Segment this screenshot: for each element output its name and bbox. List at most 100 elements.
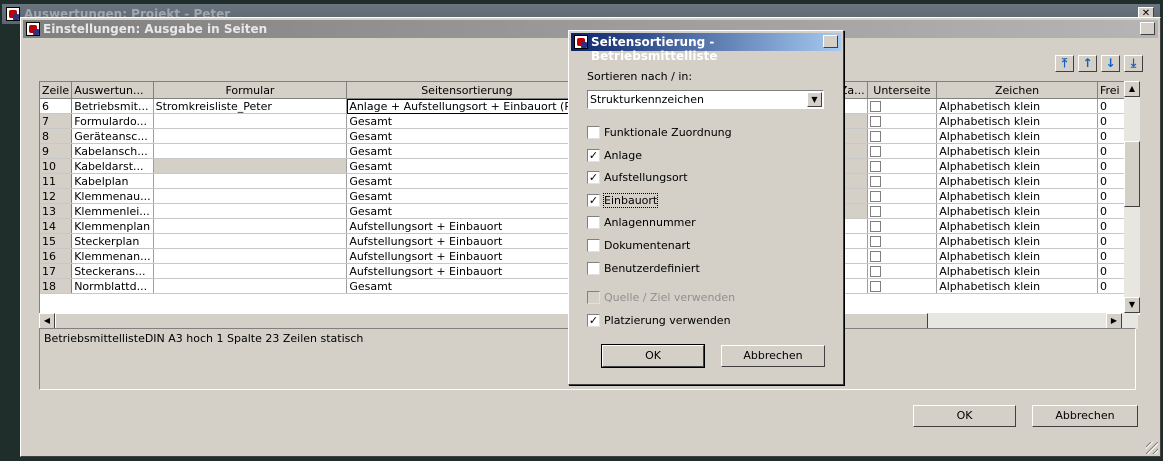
cell-seitensortierung[interactable]: Gesamt xyxy=(346,203,588,219)
cell-seitensortierung[interactable]: Gesamt xyxy=(346,173,588,189)
scroll-up-icon[interactable]: ▲ xyxy=(1124,81,1140,97)
cell-zeile[interactable]: 14 xyxy=(40,218,73,234)
ok-button[interactable]: OK xyxy=(913,405,1016,427)
unterseite-checkbox[interactable] xyxy=(869,221,881,232)
cell-auswertung[interactable]: Klemmenplan xyxy=(71,218,154,234)
cell-auswertung[interactable]: Kabelansch... xyxy=(71,143,154,159)
unterseite-checkbox[interactable] xyxy=(869,176,881,187)
cell-zeile[interactable]: 17 xyxy=(40,263,73,279)
cell-unterseite[interactable] xyxy=(867,248,938,264)
cell-formular[interactable] xyxy=(153,233,348,249)
scroll-left-icon[interactable]: ◀ xyxy=(39,313,55,329)
cell-formular[interactable]: Stromkreisliste_Peter xyxy=(153,98,348,114)
cell-zeile[interactable]: 11 xyxy=(40,173,73,189)
cell-seitensortierung[interactable]: Gesamt xyxy=(346,143,588,159)
column-header-auswertung[interactable]: Auswertun... xyxy=(71,82,154,99)
cell-unterseite[interactable] xyxy=(867,278,938,294)
cell-seitensortierung[interactable]: Gesamt xyxy=(346,128,588,144)
column-header-formular[interactable]: Formular xyxy=(153,82,348,99)
column-header-seitensortierung[interactable]: Seitensortierung xyxy=(346,82,588,99)
column-header-zeile[interactable]: Zeile xyxy=(40,82,73,99)
cell-seitensortierung[interactable]: Gesamt xyxy=(346,188,588,204)
ok-button[interactable]: OK xyxy=(601,344,705,368)
unterseite-checkbox[interactable] xyxy=(869,251,881,262)
cancel-button[interactable]: Abbrechen xyxy=(1032,405,1138,427)
unterseite-checkbox[interactable] xyxy=(869,116,881,127)
cell-auswertung[interactable]: Geräteansc... xyxy=(71,128,154,144)
cell-zeile[interactable]: 10 xyxy=(40,158,73,174)
cell-zeichen[interactable]: Alphabetisch klein xyxy=(936,113,1098,129)
cell-zeichen[interactable]: Alphabetisch klein xyxy=(936,188,1098,204)
cell-formular[interactable] xyxy=(153,128,348,144)
cell-zeichen[interactable]: Alphabetisch klein xyxy=(936,233,1098,249)
cell-zeichen[interactable]: Alphabetisch klein xyxy=(936,248,1098,264)
cell-formular[interactable] xyxy=(153,113,348,129)
move-bottom-icon[interactable]: ⤓ xyxy=(1124,55,1143,72)
cell-seitensortierung[interactable]: Anlage + Aufstellungsort + Einbauort (Pl… xyxy=(346,98,588,114)
cell-zeichen[interactable]: Alphabetisch klein xyxy=(936,218,1098,234)
cell-zeile[interactable]: 12 xyxy=(40,188,73,204)
cell-auswertung[interactable]: Steckerplan xyxy=(71,233,154,249)
cell-auswertung[interactable]: Klemmenan... xyxy=(71,248,154,264)
unterseite-checkbox[interactable] xyxy=(869,281,881,292)
cell-unterseite[interactable] xyxy=(867,263,938,279)
cell-unterseite[interactable] xyxy=(867,203,938,219)
unterseite-checkbox[interactable] xyxy=(869,101,881,112)
sort-by-select[interactable]: Strukturkennzeichen ▼ xyxy=(587,90,824,109)
cell-auswertung[interactable]: Kabeldarst... xyxy=(71,158,154,174)
unterseite-checkbox[interactable] xyxy=(869,206,881,217)
cell-unterseite[interactable] xyxy=(867,218,938,234)
cell-zeichen[interactable]: Alphabetisch klein xyxy=(936,263,1098,279)
cell-formular[interactable] xyxy=(153,203,348,219)
cell-zeile[interactable]: 18 xyxy=(40,278,73,294)
cell-formular[interactable] xyxy=(153,158,348,174)
cell-zeichen[interactable]: Alphabetisch klein xyxy=(936,98,1098,114)
vertical-scroll-thumb[interactable] xyxy=(1124,141,1140,207)
cell-seitensortierung[interactable]: Aufstellungsort + Einbauort xyxy=(346,233,588,249)
cell-zeichen[interactable]: Alphabetisch klein xyxy=(936,203,1098,219)
cell-unterseite[interactable] xyxy=(867,158,938,174)
move-top-icon[interactable]: ⤒ xyxy=(1055,55,1074,72)
cell-auswertung[interactable]: Steckerans... xyxy=(71,263,154,279)
unterseite-checkbox[interactable] xyxy=(869,131,881,142)
resize-grip[interactable] xyxy=(1146,442,1158,454)
move-down-icon[interactable]: ↓ xyxy=(1101,55,1120,72)
cell-seitensortierung[interactable]: Gesamt xyxy=(346,113,588,129)
cell-auswertung[interactable]: Normblattd... xyxy=(71,278,154,294)
cell-zeichen[interactable]: Alphabetisch klein xyxy=(936,128,1098,144)
close-button[interactable]: ✕ xyxy=(1140,22,1155,35)
cell-auswertung[interactable]: Klemmenau... xyxy=(71,188,154,204)
scroll-down-icon[interactable]: ▼ xyxy=(1124,297,1140,313)
cell-seitensortierung[interactable]: Gesamt xyxy=(346,158,588,174)
cell-zeile[interactable]: 13 xyxy=(40,203,73,219)
cell-formular[interactable] xyxy=(153,143,348,159)
cell-formular[interactable] xyxy=(153,218,348,234)
cell-zeichen[interactable]: Alphabetisch klein xyxy=(936,173,1098,189)
cell-auswertung[interactable]: Betriebsmit... xyxy=(71,98,154,114)
cell-zeile[interactable]: 8 xyxy=(40,128,73,144)
chevron-down-icon[interactable]: ▼ xyxy=(807,92,822,107)
cell-zeile[interactable]: 15 xyxy=(40,233,73,249)
cell-unterseite[interactable] xyxy=(867,113,938,129)
column-header-unterseite[interactable]: Unterseite xyxy=(867,82,938,99)
cell-unterseite[interactable] xyxy=(867,98,938,114)
cell-formular[interactable] xyxy=(153,278,348,294)
cell-unterseite[interactable] xyxy=(867,173,938,189)
cell-zeile[interactable]: 16 xyxy=(40,248,73,264)
cell-seitensortierung[interactable]: Aufstellungsort + Einbauort xyxy=(346,218,588,234)
cell-zeichen[interactable]: Alphabetisch klein xyxy=(936,158,1098,174)
unterseite-checkbox[interactable] xyxy=(869,146,881,157)
cancel-button[interactable]: Abbrechen xyxy=(721,345,825,367)
close-button[interactable]: ✕ xyxy=(823,35,838,48)
cell-unterseite[interactable] xyxy=(867,233,938,249)
cell-seitensortierung[interactable]: Gesamt xyxy=(346,278,588,294)
cell-auswertung[interactable]: Kabelplan xyxy=(71,173,154,189)
cell-zeile[interactable]: 9 xyxy=(40,143,73,159)
cell-zeile[interactable]: 6 xyxy=(40,98,73,114)
cell-formular[interactable] xyxy=(153,263,348,279)
cell-auswertung[interactable]: Formulardo... xyxy=(71,113,154,129)
vertical-scrollbar[interactable]: ▲ ▼ xyxy=(1124,81,1140,313)
unterseite-checkbox[interactable] xyxy=(869,236,881,247)
scroll-right-icon[interactable]: ▶ xyxy=(1106,313,1122,329)
cell-formular[interactable] xyxy=(153,173,348,189)
